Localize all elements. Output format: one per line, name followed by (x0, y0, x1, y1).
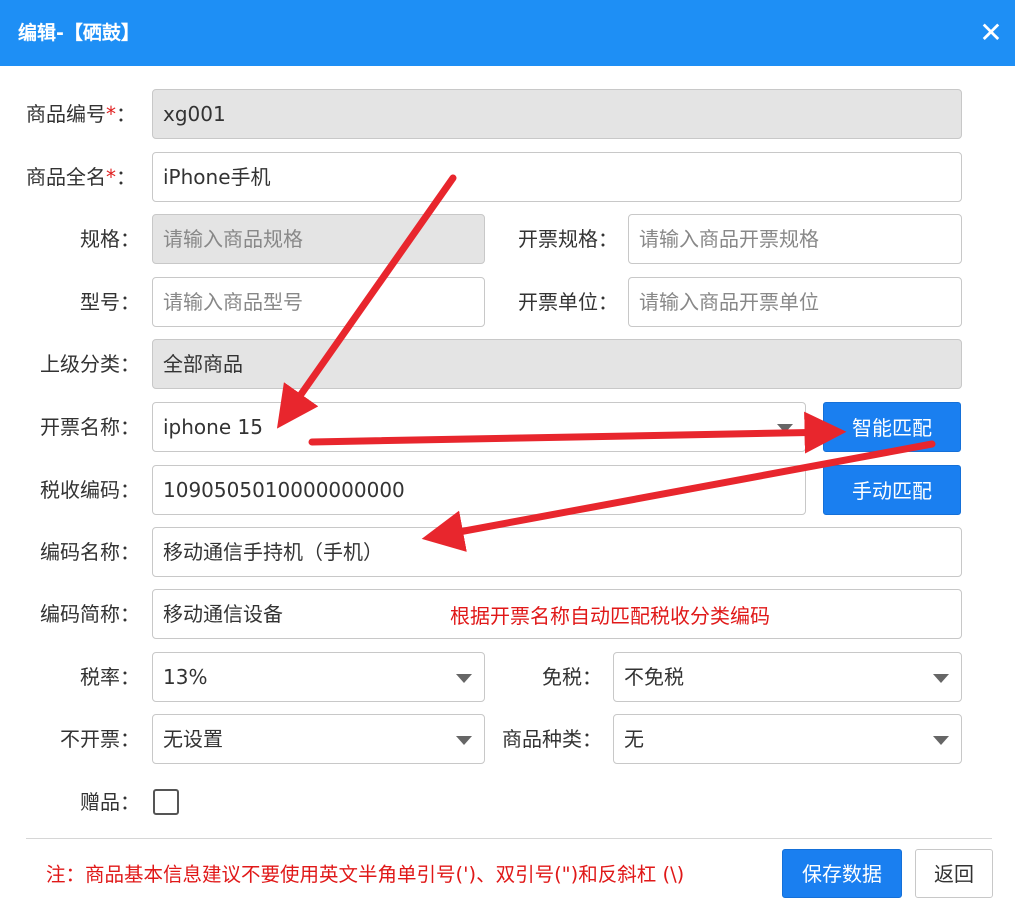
chevron-down-icon (933, 736, 949, 745)
spec-field: 请输入商品规格 (152, 214, 485, 264)
chevron-down-icon (777, 424, 793, 433)
footer-divider (26, 838, 992, 839)
code-short-label: 编码简称： (0, 600, 140, 628)
no-invoice-select[interactable]: 无设置 (152, 714, 485, 764)
close-icon[interactable]: ✕ (977, 19, 1005, 47)
back-button[interactable]: 返回 (915, 849, 993, 898)
invoice-spec-label: 开票规格： (490, 225, 618, 253)
gift-label: 赠品： (0, 788, 140, 816)
product-code-field: xg001 (152, 89, 962, 139)
tax-rate-select[interactable]: 13% (152, 652, 485, 702)
invoice-name-select[interactable]: iphone 15 (152, 402, 806, 452)
product-type-select[interactable]: 无 (613, 714, 962, 764)
spec-label: 规格： (0, 225, 140, 253)
gift-checkbox[interactable] (153, 789, 179, 815)
invoice-unit-label: 开票单位： (490, 288, 618, 316)
dialog-title: 编辑-【硒鼓】 (18, 20, 140, 46)
parent-category-label: 上级分类： (0, 350, 140, 378)
tax-code-label: 税收编码： (0, 476, 140, 504)
code-name-label: 编码名称： (0, 538, 140, 566)
save-button[interactable]: 保存数据 (782, 849, 902, 898)
product-fullname-label: 商品全名*： (26, 163, 136, 191)
annotation-text: 根据开票名称自动匹配税收分类编码 (450, 602, 770, 630)
product-fullname-input[interactable]: iPhone手机 (152, 152, 962, 202)
model-input[interactable]: 请输入商品型号 (152, 277, 485, 327)
dialog-titlebar: 编辑-【硒鼓】 ✕ (0, 0, 1015, 66)
manual-match-button[interactable]: 手动匹配 (823, 465, 961, 515)
smart-match-button[interactable]: 智能匹配 (823, 402, 961, 452)
no-invoice-label: 不开票： (0, 725, 140, 753)
tax-code-input[interactable]: 1090505010000000000 (152, 465, 806, 515)
tax-rate-label: 税率： (0, 663, 140, 691)
parent-category-field: 全部商品 (152, 339, 962, 389)
product-code-label: 商品编号*： (26, 100, 136, 128)
chevron-down-icon (456, 674, 472, 683)
tax-exempt-select[interactable]: 不免税 (613, 652, 962, 702)
invoice-spec-input[interactable]: 请输入商品开票规格 (628, 214, 962, 264)
invoice-name-label: 开票名称： (0, 413, 140, 441)
chevron-down-icon (456, 736, 472, 745)
code-name-input[interactable]: 移动通信手持机（手机） (152, 527, 962, 577)
tax-exempt-label: 免税： (490, 663, 602, 691)
invoice-unit-input[interactable]: 请输入商品开票单位 (628, 277, 962, 327)
product-type-label: 商品种类： (490, 725, 602, 753)
model-label: 型号： (0, 288, 140, 316)
footer-note: 注：商品基本信息建议不要使用英文半角单引号(')、双引号(")和反斜杠 (\) (46, 861, 684, 889)
chevron-down-icon (933, 674, 949, 683)
